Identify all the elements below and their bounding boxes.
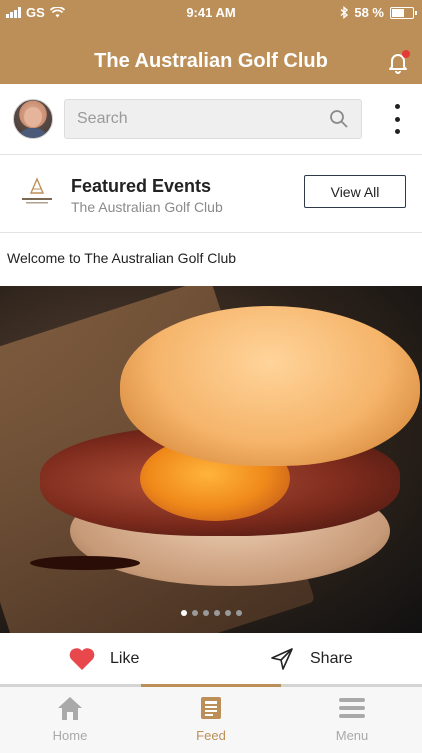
- tab-menu[interactable]: Menu: [282, 695, 422, 743]
- status-bar: GS 9:41 AM 58 %: [0, 0, 422, 26]
- post-actions: Like Share: [0, 633, 422, 685]
- carousel-dot[interactable]: [224, 610, 231, 616]
- heart-icon: [69, 648, 95, 670]
- battery-icon: [390, 6, 417, 19]
- carousel-dot[interactable]: [191, 610, 198, 616]
- notification-badge: [402, 50, 410, 58]
- tab-feed[interactable]: Feed: [141, 695, 281, 743]
- post-text: Welcome to The Australian Golf Club: [7, 250, 237, 266]
- carousel-dot[interactable]: [180, 610, 187, 616]
- home-icon: [58, 697, 82, 720]
- club-logo: [18, 177, 56, 209]
- view-all-button[interactable]: View All: [304, 175, 406, 208]
- carousel-dot[interactable]: [213, 610, 220, 616]
- tab-home-label: Home: [52, 728, 88, 743]
- featured-subtitle: The Australian Golf Club: [71, 199, 223, 215]
- tab-home[interactable]: Home: [0, 695, 140, 743]
- search-input[interactable]: Search: [64, 99, 362, 139]
- more-options-icon[interactable]: [394, 104, 400, 134]
- like-label: Like: [110, 650, 140, 667]
- tab-menu-label: Menu: [335, 728, 369, 743]
- feed-icon: [201, 697, 221, 719]
- search-placeholder: Search: [77, 110, 128, 127]
- menu-icon: [339, 698, 365, 718]
- battery-percent: 58 %: [354, 5, 384, 20]
- app-header: The Australian Golf Club: [0, 26, 422, 84]
- tab-bar: Home Feed Menu: [0, 684, 422, 753]
- like-button[interactable]: Like: [68, 647, 139, 671]
- post-image[interactable]: [0, 286, 422, 633]
- search-row: Search: [0, 84, 422, 155]
- page-title: The Australian Golf Club: [94, 50, 328, 72]
- search-icon[interactable]: [329, 109, 349, 129]
- carousel-dot[interactable]: [235, 610, 242, 616]
- carousel-dot[interactable]: [202, 610, 209, 616]
- share-icon: [271, 648, 293, 670]
- tab-feed-label: Feed: [196, 728, 226, 743]
- active-tab-indicator: [141, 684, 281, 687]
- carousel-indicator[interactable]: [0, 610, 422, 616]
- share-button[interactable]: Share: [270, 647, 353, 671]
- featured-events-card: Featured Events The Australian Golf Club…: [0, 155, 422, 233]
- featured-title: Featured Events: [71, 176, 212, 196]
- avatar[interactable]: [13, 99, 53, 139]
- share-label: Share: [310, 650, 353, 667]
- bluetooth-icon: [340, 6, 349, 19]
- notifications-button[interactable]: [386, 50, 410, 74]
